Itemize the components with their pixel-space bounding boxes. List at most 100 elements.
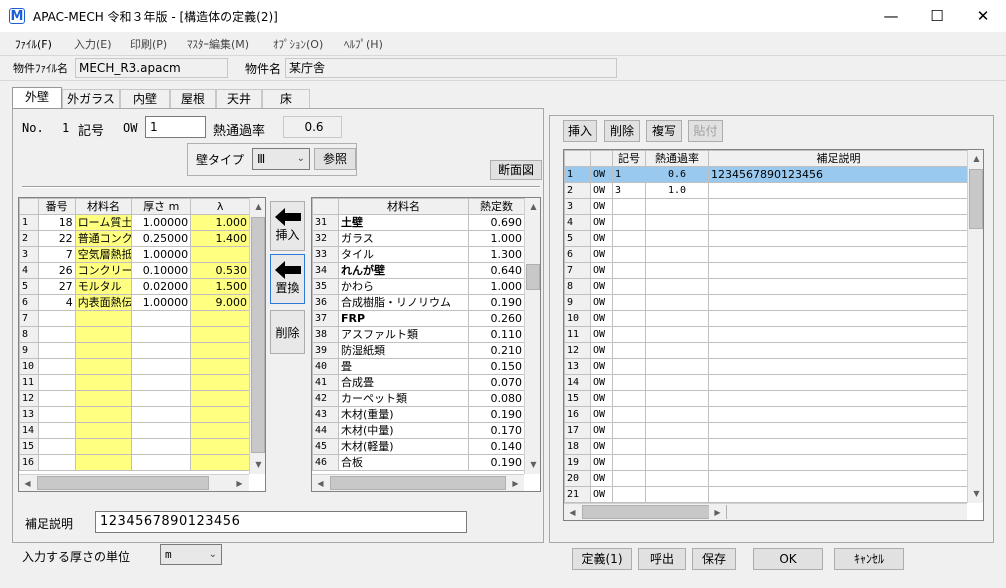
cell-code[interactable] [612,486,646,503]
cell-supplement[interactable] [708,470,969,487]
recall-button[interactable]: 呼出 [638,548,686,570]
cell-heat-transmission[interactable] [645,214,709,231]
cell-thickness[interactable] [131,310,192,327]
cell-code[interactable]: 1 [612,166,646,183]
cell-number[interactable]: 26 [37,262,76,279]
cell-thickness[interactable] [131,422,192,439]
cell-thermal-constant[interactable]: 0.150 [468,358,525,375]
cell-supplement[interactable] [708,454,969,471]
supplement-input[interactable]: 1234567890123456 [95,511,467,533]
cell-material-name[interactable]: 木材(中量) [338,422,469,439]
table-row[interactable]: 6 4 内表面熱伝 1.00000 9.000 [19,294,250,311]
table-row[interactable]: 10 [19,358,250,375]
cell-heat-transmission[interactable] [645,422,709,439]
cell-code[interactable] [612,438,646,455]
cell-thermal-constant[interactable]: 0.210 [468,342,525,359]
cell-material-name[interactable] [74,422,133,439]
table-row[interactable]: 10 OW [564,310,969,327]
table-row[interactable]: 18 OW [564,438,969,455]
cell-heat-transmission[interactable] [645,294,709,311]
cell-material-name[interactable]: タイル [338,246,469,263]
cell-supplement[interactable] [708,486,969,503]
cell-material-name[interactable] [74,342,133,359]
cell-material-name[interactable]: ガラス [338,230,469,247]
cell-code[interactable] [612,406,646,423]
copy-button[interactable]: 複写 [646,120,682,142]
table-row[interactable]: 13 OW [564,358,969,375]
cell-thickness[interactable]: 1.00000 [131,214,192,231]
cell-code[interactable] [612,198,646,215]
close-button[interactable]: ✕ [960,0,1006,32]
cell-supplement[interactable] [708,246,969,263]
cell-supplement[interactable] [708,406,969,423]
table-row[interactable]: 6 OW [564,246,969,263]
cell-number[interactable]: 18 [37,214,76,231]
table-row[interactable]: 1 18 ローム質土 1.00000 1.000 [19,214,250,231]
scroll-thumb[interactable] [251,217,265,453]
table-row[interactable]: 9 [19,342,250,359]
table-row[interactable]: 16 OW [564,406,969,423]
cell-code[interactable] [612,230,646,247]
table-row[interactable]: 43 木材(重量) 0.190 [312,406,525,423]
cell-material-name[interactable]: 合板 [338,454,469,471]
table-row[interactable]: 7 OW [564,262,969,279]
cell-material-name[interactable] [74,454,133,471]
cell-thermal-constant[interactable]: 0.110 [468,326,525,343]
cell-lambda[interactable] [190,326,250,343]
cell-material-name[interactable]: 木材(重量) [338,406,469,423]
scroll-right-icon[interactable]: ▶ [507,475,524,491]
layer-vscroll[interactable]: ▲ ▼ [249,198,265,474]
scroll-thumb[interactable] [37,476,209,490]
cell-number[interactable]: 4 [37,294,76,311]
cell-thickness[interactable] [131,390,192,407]
cell-material-name[interactable]: 畳 [338,358,469,375]
cell-heat-transmission[interactable] [645,278,709,295]
section-view-button[interactable]: 断面図 [490,160,542,180]
cell-material-name[interactable]: 内表面熱伝 [74,294,133,311]
cell-number[interactable] [37,326,76,343]
cell-heat-transmission[interactable] [645,358,709,375]
cell-material-name[interactable]: コンクリー [74,262,133,279]
table-row[interactable]: 16 [19,454,250,471]
table-row[interactable]: 11 [19,374,250,391]
cell-lambda[interactable] [190,422,250,439]
cell-number[interactable] [37,358,76,375]
cell-supplement[interactable]: 1234567890123456 [708,166,969,183]
cell-material-name[interactable] [74,406,133,423]
cell-material-name[interactable] [74,374,133,391]
cell-number[interactable] [37,406,76,423]
cell-supplement[interactable] [708,278,969,295]
cell-lambda[interactable] [190,454,250,471]
cell-supplement[interactable] [708,262,969,279]
cell-material-name[interactable]: 土壁 [338,214,469,231]
cell-heat-transmission[interactable] [645,310,709,327]
cell-thickness[interactable]: 0.10000 [131,262,192,279]
cell-thermal-constant[interactable]: 1.300 [468,246,525,263]
cell-thermal-constant[interactable]: 1.000 [468,278,525,295]
table-row[interactable]: 4 OW [564,214,969,231]
cell-material-name[interactable]: ローム質土 [74,214,133,231]
cell-heat-transmission[interactable] [645,406,709,423]
cell-lambda[interactable]: 0.530 [190,262,250,279]
cell-thermal-constant[interactable]: 0.140 [468,438,525,455]
cancel-button[interactable]: ｷｬﾝｾﾙ [834,548,904,570]
scroll-up-icon[interactable]: ▲ [968,150,983,167]
cell-material-name[interactable]: 普通コンク [74,230,133,247]
scroll-left-icon[interactable]: ◀ [19,475,36,491]
table-row[interactable]: 20 OW [564,470,969,487]
cell-supplement[interactable] [708,198,969,215]
menu-help[interactable]: ﾍﾙﾌﾟ(H) [344,36,383,52]
cell-supplement[interactable] [708,422,969,439]
cell-code[interactable] [612,390,646,407]
tab-exterior-wall[interactable]: 外壁 [12,87,62,109]
cell-number[interactable] [37,310,76,327]
table-row[interactable]: 4 26 コンクリー 0.10000 0.530 [19,262,250,279]
scroll-right-icon[interactable]: ▶ [709,504,726,520]
scroll-right-icon[interactable]: ▶ [231,475,248,491]
cell-lambda[interactable] [190,358,250,375]
cell-heat-transmission[interactable] [645,374,709,391]
cell-material-name[interactable]: 空気層熱抵 [74,246,133,263]
table-row[interactable]: 13 [19,406,250,423]
menu-options[interactable]: ｵﾌﾟｼｮﾝ(O) [273,36,323,52]
cell-thickness[interactable] [131,374,192,391]
